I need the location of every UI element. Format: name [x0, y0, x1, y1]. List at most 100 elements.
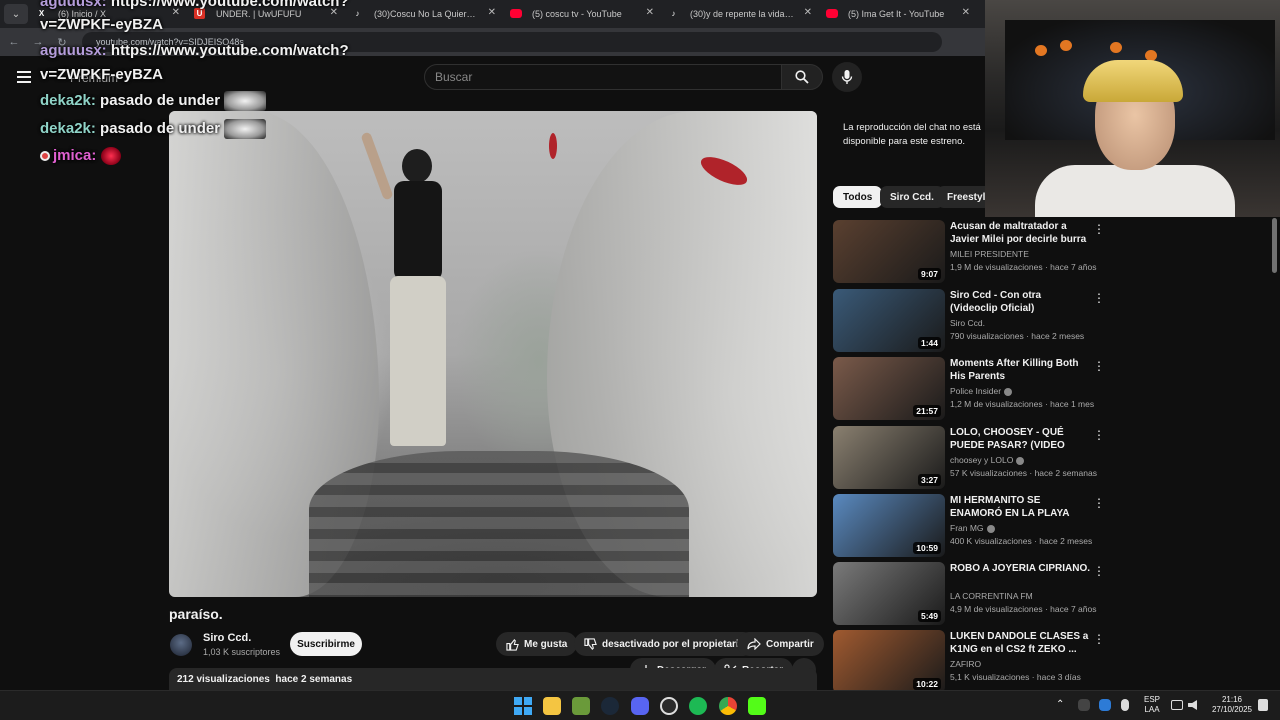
channel-label: Siro Ccd. — [950, 318, 985, 328]
menu-icon[interactable] — [17, 71, 31, 83]
channel-avatar[interactable] — [170, 634, 192, 656]
video-duration: 10:59 — [913, 542, 941, 554]
recommended-channel[interactable]: Siro Ccd. — [950, 318, 985, 328]
chat-message: deka2k: pasado de under — [40, 91, 267, 111]
kick-icon[interactable] — [748, 697, 766, 715]
chat-text: pasado de under — [95, 91, 221, 109]
recommended-video[interactable]: 9:07 Acusan de maltratador a Javier Milei… — [833, 220, 1278, 284]
video-thumbnail[interactable]: 10:22 — [833, 630, 945, 693]
recommended-video[interactable]: 10:22 LUKEN DANDOLE CLASES a K1NG en el C… — [833, 630, 1278, 694]
recommended-channel[interactable]: MILEI PRESIDENTE — [950, 249, 1029, 259]
video-thumbnail[interactable]: 3:27 — [833, 426, 945, 489]
video-thumbnail[interactable]: 1:44 — [833, 289, 945, 352]
chat-emote — [224, 91, 267, 111]
chat-message: aguuusx: https://www.youtube.com/watch? — [40, 0, 349, 10]
channel-name[interactable]: Siro Ccd. — [203, 632, 251, 644]
recommended-channel[interactable]: choosey y LOLO — [950, 455, 1025, 465]
discord-icon[interactable] — [631, 697, 649, 715]
recommended-video-meta: 57 K visualizaciones · hace 2 semanas — [950, 468, 1097, 478]
voice-search-button[interactable] — [832, 62, 862, 92]
more-vertical-icon[interactable]: ⋮ — [1093, 496, 1105, 510]
recommended-video[interactable]: 1:44 Siro Ccd - Con otra (Videoclip Ofici… — [833, 289, 1278, 353]
recommended-video-title[interactable]: Siro Ccd - Con otra (Videoclip Oficial) — [950, 289, 1090, 315]
clock[interactable]: 21:16 27/10/2025 — [1206, 695, 1258, 715]
more-vertical-icon[interactable]: ⋮ — [1093, 222, 1105, 236]
close-icon[interactable]: ✕ — [646, 7, 654, 18]
more-vertical-icon[interactable]: ⋮ — [1093, 564, 1105, 578]
more-vertical-icon[interactable]: ⋮ — [1093, 359, 1105, 373]
video-thumbnail[interactable]: 9:07 — [833, 220, 945, 283]
notifications-icon[interactable] — [1258, 699, 1268, 711]
video-frame-red-mark — [549, 133, 557, 159]
subscribe-button[interactable]: Suscribirme — [290, 632, 362, 656]
recommended-video-title[interactable]: LUKEN DANDOLE CLASES a K1NG en el CS2 ft… — [950, 630, 1090, 656]
microphone-tray-icon[interactable] — [1121, 699, 1129, 711]
video-thumbnail[interactable]: 10:59 — [833, 494, 945, 557]
close-icon[interactable]: ✕ — [962, 7, 970, 18]
recommended-video-title[interactable]: ROBO A JOYERIA CIPRIANO. — [950, 562, 1090, 575]
chip-all[interactable]: Todos — [833, 186, 883, 208]
tab-search-button[interactable]: ⌄ — [4, 4, 28, 24]
pumpkin-decoration — [1110, 42, 1122, 53]
clock-date: 27/10/2025 — [1211, 705, 1253, 714]
input-language[interactable]: ESP LAA — [1141, 695, 1163, 715]
close-icon[interactable]: ✕ — [488, 7, 496, 18]
webcam-person-cap — [1083, 60, 1183, 102]
video-thumbnail[interactable]: 5:49 — [833, 562, 945, 625]
back-icon[interactable]: ← — [4, 36, 24, 48]
chat-text: https://www.youtube.com/watch? — [106, 42, 349, 59]
verified-icon — [1004, 387, 1013, 396]
video-player[interactable] — [169, 111, 817, 597]
search-button[interactable] — [781, 64, 823, 90]
language-code: ESP — [1143, 695, 1160, 704]
dislike-button[interactable]: desactivado por el propietario — [574, 632, 755, 656]
tab-label: (30)Coscu No La Quiere Ver # — [374, 9, 480, 19]
recommended-video[interactable]: 21:57 Moments After Killing Both His Pare… — [833, 357, 1278, 421]
screen: ⌄ X (6) Inicio / X ✕ U UNDER. | UwUFUFU … — [0, 0, 1280, 720]
video-duration: 3:27 — [917, 474, 941, 486]
tray-app-icon[interactable] — [1099, 699, 1111, 711]
obs-icon[interactable] — [660, 697, 678, 715]
search-input[interactable]: Buscar — [424, 64, 782, 90]
recommended-video-title[interactable]: Acusan de maltratador a Javier Milei por… — [950, 220, 1090, 247]
browser-tab-youtube-coscu[interactable]: (5) coscu tv - YouTube ✕ — [502, 0, 660, 28]
chrome-icon[interactable] — [719, 697, 737, 715]
recommended-video[interactable]: 10:59 MI HERMANITO SE ENAMORÓ EN LA PLAYA… — [833, 494, 1278, 558]
recommended-video-meta: 4,9 M de visualizaciones · hace 7 años — [950, 604, 1097, 614]
more-vertical-icon[interactable]: ⋮ — [1093, 291, 1105, 305]
recommended-video-meta: 1,9 M de visualizaciones · hace 7 años — [950, 262, 1097, 272]
like-button[interactable]: Me gusta — [496, 632, 578, 656]
minecraft-icon[interactable] — [572, 697, 590, 715]
browser-tab-tiktok-vida[interactable]: ♪ (30)y de repente la vida empez ✕ — [660, 0, 818, 28]
recommended-video-title[interactable]: Moments After Killing Both His Parents — [950, 357, 1090, 383]
channel-label: LA CORRENTINA FM — [950, 591, 1033, 601]
spotify-icon[interactable] — [689, 697, 707, 715]
share-button[interactable]: Compartir — [737, 632, 824, 656]
recommended-channel[interactable]: Fran MG — [950, 523, 995, 533]
more-vertical-icon[interactable]: ⋮ — [1093, 428, 1105, 442]
windows-start-icon[interactable] — [514, 697, 532, 715]
video-thumbnail[interactable]: 21:57 — [833, 357, 945, 420]
chat-username: jmica: — [53, 147, 97, 164]
recommended-video-title[interactable]: MI HERMANITO SE ENAMORÓ EN LA PLAYA — [950, 494, 1090, 520]
tray-app-icon[interactable] — [1078, 699, 1090, 711]
pumpkin-decoration — [1060, 40, 1072, 51]
recommended-video[interactable]: 5:49 ROBO A JOYERIA CIPRIANO. LA CORRENTIN… — [833, 562, 1278, 626]
browser-tab-youtube-imagetit[interactable]: (5) Ima Get It - YouTube ✕ — [818, 0, 976, 28]
close-icon[interactable]: ✕ — [804, 7, 812, 18]
video-duration: 10:22 — [913, 678, 941, 690]
scrollbar[interactable] — [1272, 218, 1277, 273]
steam-icon[interactable] — [601, 697, 619, 715]
recommended-video-title[interactable]: LOLO, CHOOSEY - QUÉ PUEDE PASAR? (VIDEO … — [950, 426, 1090, 453]
recommended-channel[interactable]: ZAFIRO — [950, 659, 981, 669]
recommended-channel[interactable]: LA CORRENTINA FM — [950, 591, 1033, 601]
file-explorer-icon[interactable] — [543, 697, 561, 715]
tray-chevron-icon[interactable]: ⌃ — [1056, 700, 1064, 710]
youtube-icon — [826, 9, 838, 18]
more-vertical-icon[interactable]: ⋮ — [1093, 632, 1105, 646]
recommended-video[interactable]: 3:27 LOLO, CHOOSEY - QUÉ PUEDE PASAR? (VI… — [833, 426, 1278, 490]
volume-icon[interactable] — [1188, 700, 1197, 710]
network-icon[interactable] — [1171, 700, 1183, 710]
recommended-channel[interactable]: Police Insider — [950, 386, 1013, 396]
chip-channel[interactable]: Siro Ccd. — [880, 186, 944, 208]
